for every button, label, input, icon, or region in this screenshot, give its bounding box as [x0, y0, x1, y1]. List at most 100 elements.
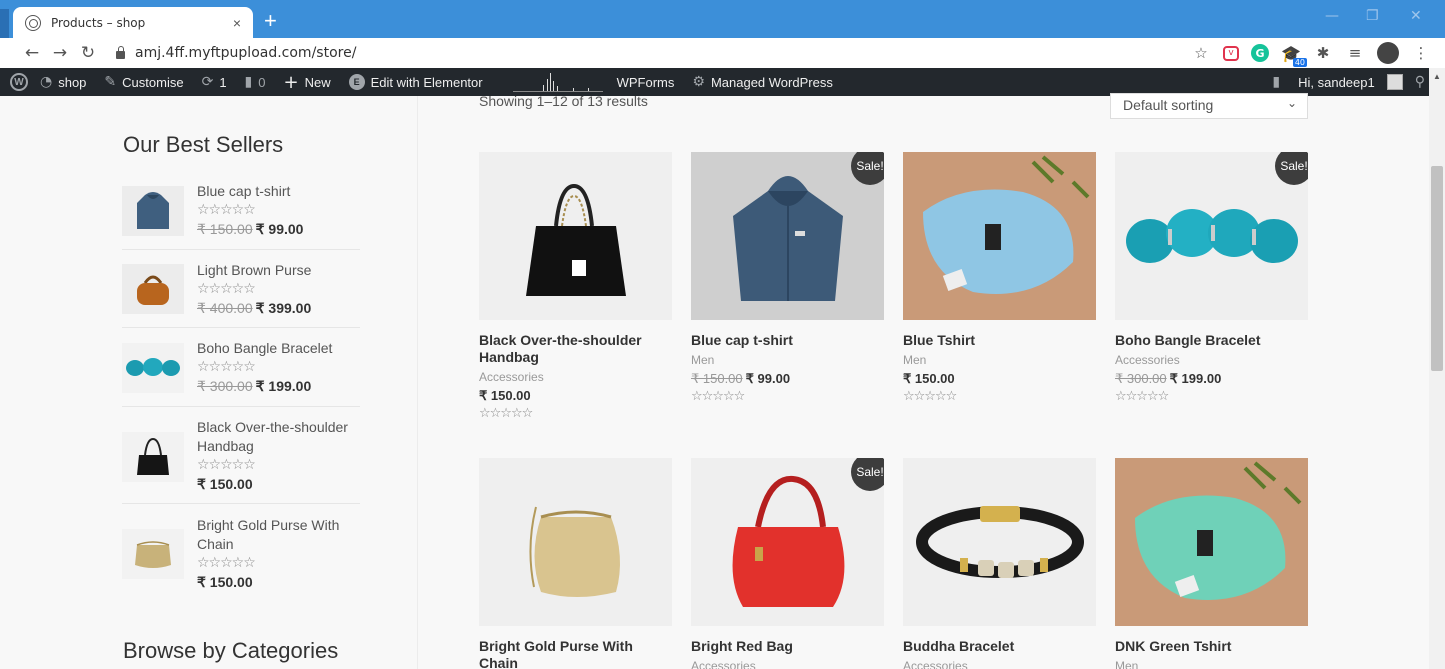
admin-new-link[interactable]: + New: [284, 72, 331, 93]
rating-stars: ☆☆☆☆☆: [903, 389, 957, 404]
best-seller-info: Bright Gold Purse With Chain ☆☆☆☆☆ ₹ 150…: [197, 516, 362, 592]
product-card[interactable]: DNK Green Tshirt Men: [1115, 458, 1308, 669]
stats-sparkline[interactable]: [512, 72, 603, 92]
tab-title: Products – shop: [51, 15, 146, 30]
sale-badge: Sale!: [851, 152, 884, 185]
categories-title: Browse by Categories: [123, 638, 339, 663]
browser-tab-strip: Products – shop × + — ❐ ✕: [0, 0, 1445, 38]
shop-sidebar: Our Best Sellers Blue cap t-shirt ☆☆☆☆☆ …: [0, 96, 418, 669]
product-title[interactable]: Black Over-the-shoulder Handbag: [479, 332, 672, 366]
admin-search-icon[interactable]: ⚲: [1415, 74, 1425, 90]
dashboard-icon: ◔: [40, 74, 53, 90]
product-title[interactable]: Blue Tshirt: [903, 332, 1096, 349]
graduation-cap-icon[interactable]: 🎓 40: [1281, 43, 1307, 67]
back-icon[interactable]: ←: [18, 43, 46, 63]
product-category: Accessories: [1115, 353, 1180, 367]
sorting-select[interactable]: Default sorting ⌄: [1110, 93, 1308, 119]
best-seller-item[interactable]: Blue cap t-shirt ☆☆☆☆☆ ₹ 150.00 ₹ 99.00: [122, 182, 360, 250]
best-seller-name[interactable]: Blue cap t-shirt: [197, 182, 362, 201]
best-seller-price: ₹ 150.00: [197, 574, 253, 590]
restore-icon[interactable]: ❐: [1366, 8, 1379, 24]
product-title[interactable]: DNK Green Tshirt: [1115, 638, 1308, 655]
product-card[interactable]: Sale! Bright Red Bag Accessories: [691, 458, 884, 669]
best-seller-name[interactable]: Boho Bangle Bracelet: [197, 339, 362, 358]
rating-stars: ☆☆☆☆☆: [197, 359, 256, 375]
product-image[interactable]: Sale!: [691, 458, 884, 626]
best-seller-name[interactable]: Light Brown Purse: [197, 261, 362, 280]
product-title[interactable]: Buddha Bracelet: [903, 638, 1096, 655]
best-seller-item[interactable]: Bright Gold Purse With Chain ☆☆☆☆☆ ₹ 150…: [122, 516, 360, 596]
pocket-icon[interactable]: v: [1223, 45, 1239, 61]
extension-badge: 40: [1292, 58, 1307, 67]
reload-icon[interactable]: ↻: [74, 43, 102, 63]
notification-icon[interactable]: ▮: [1272, 74, 1280, 90]
product-price: ₹ 150.00: [903, 371, 955, 386]
admin-greeting[interactable]: Hi, sandeep1: [1298, 75, 1375, 90]
product-thumbnail[interactable]: [122, 529, 184, 579]
product-image[interactable]: Sale!: [1115, 152, 1308, 320]
browser-tab-products[interactable]: Products – shop ×: [13, 7, 253, 38]
product-image[interactable]: [1115, 458, 1308, 626]
admin-site-link[interactable]: ◔ shop: [40, 74, 86, 90]
best-seller-name[interactable]: Bright Gold Purse With Chain: [197, 516, 362, 554]
admin-updates-link[interactable]: ⟳ 1: [202, 74, 227, 90]
bookmark-star-icon[interactable]: ☆: [1191, 43, 1211, 63]
product-card[interactable]: Black Over-the-shoulder Handbag Accessor…: [479, 152, 672, 421]
menu-kebab-icon[interactable]: ⋮: [1411, 43, 1431, 63]
scrollbar-thumb[interactable]: [1431, 166, 1443, 371]
product-thumbnail[interactable]: [122, 186, 184, 236]
admin-wpforms-link[interactable]: WPForms: [617, 75, 675, 90]
puzzle-icon[interactable]: ✱: [1313, 43, 1333, 63]
product-thumbnail[interactable]: [122, 432, 184, 482]
product-title[interactable]: Blue cap t-shirt: [691, 332, 884, 349]
best-seller-item[interactable]: Light Brown Purse ☆☆☆☆☆ ₹ 400.00 ₹ 399.00: [122, 261, 360, 328]
url-field[interactable]: amj.4ff.myftpupload.com/store/: [116, 45, 356, 61]
best-seller-name[interactable]: Black Over-the-shoulder Handbag: [197, 418, 362, 456]
reading-list-icon[interactable]: ≡: [1345, 43, 1365, 63]
product-card[interactable]: Buddha Bracelet Accessories: [903, 458, 1096, 669]
elementor-icon: E: [348, 74, 365, 90]
product-card[interactable]: Sale! Blue cap t-shirt Men ₹ 150.00 ₹ 99.…: [691, 152, 884, 404]
product-thumbnail[interactable]: [122, 343, 184, 393]
forward-icon[interactable]: →: [46, 43, 74, 63]
window-close-icon[interactable]: ✕: [1410, 8, 1422, 24]
product-image[interactable]: [479, 152, 672, 320]
product-thumbnail[interactable]: [122, 264, 184, 314]
chevron-down-icon: ⌄: [1286, 96, 1297, 110]
wordpress-favicon-icon: [25, 14, 41, 31]
product-title[interactable]: Boho Bangle Bracelet: [1115, 332, 1308, 349]
updates-icon: ⟳: [201, 74, 214, 90]
admin-comments-link[interactable]: ▮ 0: [245, 74, 266, 90]
best-seller-item[interactable]: Black Over-the-shoulder Handbag ☆☆☆☆☆ ₹ …: [122, 418, 360, 504]
minimize-icon[interactable]: —: [1325, 8, 1339, 24]
product-image[interactable]: [903, 152, 1096, 320]
best-seller-price: ₹ 150.00 ₹ 99.00: [197, 221, 304, 237]
lock-icon: [116, 46, 125, 59]
profile-avatar[interactable]: [1377, 42, 1399, 64]
grammarly-icon[interactable]: G: [1251, 44, 1269, 62]
best-seller-price: ₹ 300.00 ₹ 199.00: [197, 378, 312, 394]
product-title[interactable]: Bright Gold Purse With Chain: [479, 638, 672, 669]
admin-avatar[interactable]: [1386, 74, 1403, 90]
admin-customise-link[interactable]: ✎ Customise: [104, 74, 183, 90]
product-title[interactable]: Bright Red Bag: [691, 638, 884, 655]
product-card[interactable]: Blue Tshirt Men ₹ 150.00 ☆☆☆☆☆: [903, 152, 1096, 404]
product-card[interactable]: Sale! Boho Bangle Bracelet Accessories ₹…: [1115, 152, 1308, 404]
product-image[interactable]: [903, 458, 1096, 626]
best-seller-item[interactable]: Boho Bangle Bracelet ☆☆☆☆☆ ₹ 300.00 ₹ 199…: [122, 339, 360, 407]
rating-stars: ☆☆☆☆☆: [197, 281, 256, 297]
admin-elementor-link[interactable]: E Edit with Elementor: [348, 74, 483, 90]
best-seller-info: Light Brown Purse ☆☆☆☆☆ ₹ 400.00 ₹ 399.00: [197, 261, 362, 318]
rating-stars: ☆☆☆☆☆: [1115, 389, 1169, 404]
scroll-up-arrow-icon[interactable]: ▲: [1429, 68, 1445, 96]
new-tab-button[interactable]: +: [264, 10, 277, 32]
tab-close-icon[interactable]: ×: [233, 15, 241, 31]
rating-stars: ☆☆☆☆☆: [197, 457, 256, 473]
product-image[interactable]: Sale!: [691, 152, 884, 320]
product-image[interactable]: [479, 458, 672, 626]
wordpress-logo-icon[interactable]: W: [10, 73, 28, 91]
admin-managed-wp-link[interactable]: ⚙ Managed WordPress: [692, 74, 832, 90]
comment-icon: ▮: [244, 74, 253, 90]
sale-badge: Sale!: [1275, 152, 1308, 185]
product-card[interactable]: Bright Gold Purse With Chain: [479, 458, 672, 669]
